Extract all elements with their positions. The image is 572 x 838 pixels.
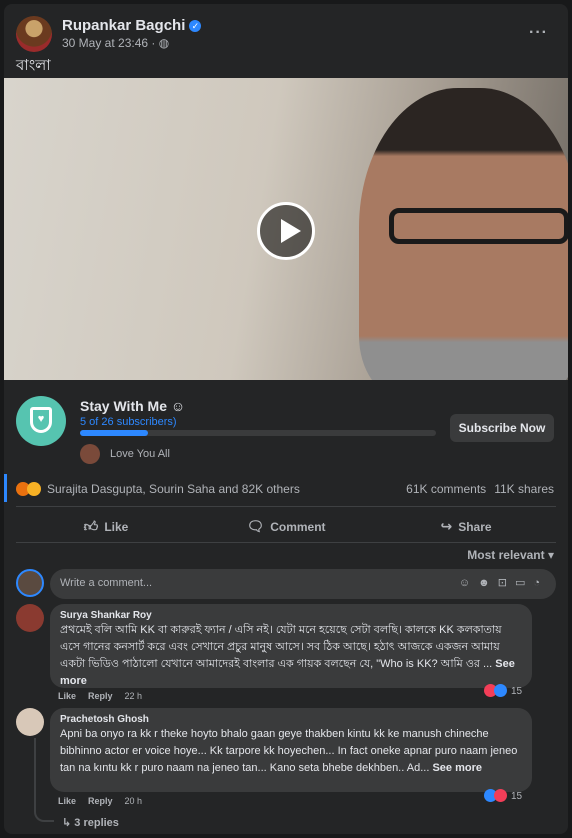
- fan-message: Love You All: [110, 448, 170, 460]
- comment-time[interactable]: 20 h: [125, 796, 143, 806]
- comment-count[interactable]: 61K comments: [406, 482, 486, 496]
- reactor-names[interactable]: Surajita Dasgupta, Sourin Saha and 82K o…: [47, 482, 300, 496]
- post-actions: 👍︎ Like 🗨︎ Comment ↪ Share: [16, 510, 556, 542]
- comment-bubble: Surya Shankar Roy প্রথমেই বলি আমি KK বা …: [50, 604, 532, 688]
- haha-reaction-icon: [27, 482, 41, 496]
- reaction-row-accent: [4, 474, 7, 502]
- like-button[interactable]: 👍︎ Like: [16, 510, 196, 542]
- post-card: Rupankar Bagchi ✓ 30 May at 23:46 · ◍ ···…: [4, 4, 568, 834]
- avatar-sticker-icon[interactable]: ☺: [459, 577, 478, 589]
- share-count[interactable]: 11K shares: [494, 482, 554, 496]
- reply-arrow-icon: ↳: [62, 817, 75, 829]
- comment-reactions[interactable]: 15: [484, 789, 522, 802]
- commenter-name[interactable]: Surya Shankar Roy: [60, 610, 522, 621]
- author-name[interactable]: Rupankar Bagchi ✓: [62, 17, 202, 34]
- subscriber-progress-bar: [80, 430, 436, 436]
- video-thumbnail-glasses: [389, 208, 568, 244]
- commenter-name[interactable]: Prachetosh Ghosh: [60, 714, 522, 725]
- more-options-icon[interactable]: ···: [529, 24, 548, 42]
- commenter-avatar[interactable]: [16, 708, 44, 736]
- current-user-avatar[interactable]: [16, 569, 44, 597]
- comment-button[interactable]: 🗨︎ Comment: [196, 510, 376, 542]
- see-more-link[interactable]: See more: [432, 762, 482, 774]
- view-replies-link[interactable]: ↳ 3 replies: [62, 816, 119, 829]
- composer-tools: ☺☻⊡▭◔: [459, 576, 548, 589]
- like-reaction-icon: [494, 684, 507, 697]
- comment-input-placeholder: Write a comment...: [60, 577, 153, 589]
- comment-like-button[interactable]: Like: [58, 796, 76, 806]
- verified-badge-icon: ✓: [189, 20, 202, 32]
- engagement-counts: 61K comments 11K shares: [398, 482, 554, 496]
- camera-icon[interactable]: ⊡: [498, 577, 515, 589]
- comment-bubble: Prachetosh Ghosh Apni ba onyo ra kk r th…: [50, 708, 532, 792]
- divider: [16, 506, 556, 507]
- subscriber-count[interactable]: 5 of 26 subscribers): [80, 416, 177, 428]
- comment-text: প্রথমেই বলি আমি KK বা কারুরই ফ্যান / এসি…: [60, 624, 515, 687]
- share-arrow-icon: ↪: [440, 518, 453, 534]
- comment-reply-button[interactable]: Reply: [88, 691, 113, 701]
- comment-sort-dropdown[interactable]: Most relevant ▾: [467, 548, 554, 562]
- comment-text: Apni ba onyo ra kk r theke hoyto bhalo g…: [60, 728, 518, 774]
- comment-reactions[interactable]: 15: [484, 684, 522, 697]
- share-button[interactable]: ↪ Share: [376, 510, 556, 542]
- sticker-icon[interactable]: ◔: [533, 577, 548, 589]
- reply-thread-line: [34, 738, 54, 822]
- author-avatar[interactable]: [16, 16, 52, 52]
- comment-like-button[interactable]: Like: [58, 691, 76, 701]
- comment-actions: Like Reply 22 h: [58, 691, 154, 701]
- subscription-title: Stay With Me ☺: [80, 398, 186, 414]
- thumbs-up-icon: 👍︎: [83, 518, 99, 534]
- globe-icon: ◍: [158, 36, 170, 50]
- post-header: Rupankar Bagchi ✓ 30 May at 23:46 · ◍ ···: [16, 16, 556, 52]
- subscription-badge-icon: ♥: [16, 396, 66, 446]
- comment-reply-button[interactable]: Reply: [88, 796, 113, 806]
- video-player[interactable]: [4, 78, 568, 380]
- speech-bubble-icon: 🗨︎: [246, 518, 265, 534]
- love-reaction-icon: [494, 789, 507, 802]
- subscriber-progress-fill: [80, 430, 148, 436]
- comment-actions: Like Reply 20 h: [58, 796, 154, 806]
- divider: [16, 542, 556, 543]
- post-caption: বাংলা: [16, 57, 51, 74]
- gif-icon[interactable]: ▭: [515, 577, 533, 589]
- comment-input[interactable]: Write a comment... ☺☻⊡▭◔: [50, 569, 556, 599]
- subscribe-now-button[interactable]: Subscribe Now: [450, 414, 554, 442]
- fan-avatar: [80, 444, 100, 464]
- reaction-summary[interactable]: Surajita Dasgupta, Sourin Saha and 82K o…: [16, 482, 300, 496]
- emoji-icon[interactable]: ☻: [478, 577, 498, 589]
- post-timestamp[interactable]: 30 May at 23:46 · ◍: [62, 36, 169, 50]
- play-button[interactable]: [257, 202, 315, 260]
- commenter-avatar[interactable]: [16, 604, 44, 632]
- comment-time[interactable]: 22 h: [125, 691, 143, 701]
